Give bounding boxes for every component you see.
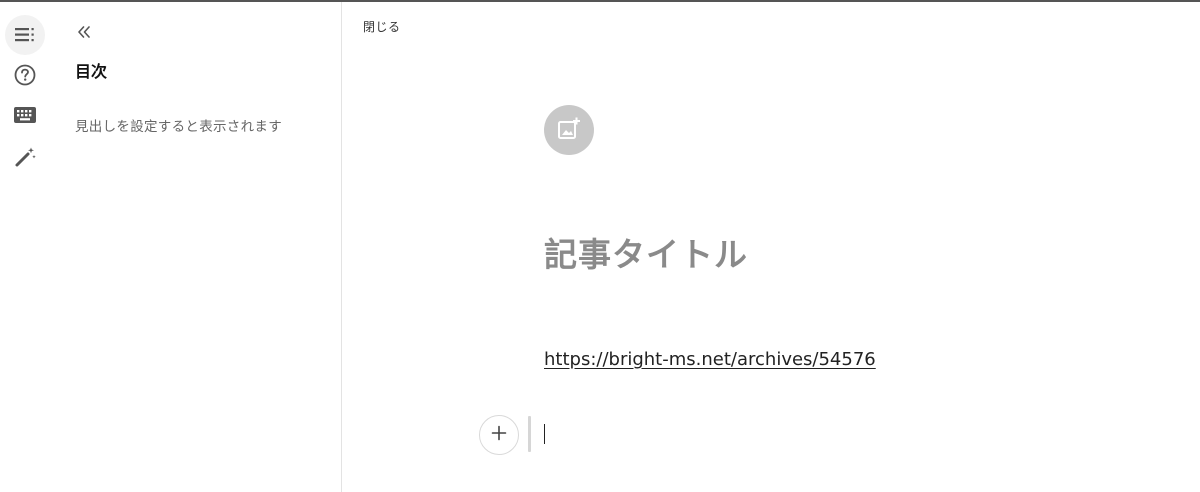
plus-icon — [491, 425, 507, 445]
table-of-contents-panel: 目次 見出しを設定すると表示されます — [52, 2, 342, 492]
article-title-input[interactable]: 記事タイトル — [544, 228, 748, 276]
help-icon — [14, 64, 36, 86]
toc-empty-message: 見出しを設定すると表示されます — [75, 119, 282, 135]
ai-assist-button[interactable] — [5, 137, 45, 177]
table-of-contents-icon — [15, 28, 35, 42]
text-caret — [544, 424, 545, 444]
add-block-button[interactable] — [479, 415, 519, 455]
add-eyecatch-image-button[interactable] — [544, 105, 594, 155]
collapse-panel-button[interactable] — [72, 22, 96, 42]
toc-title: 目次 — [75, 62, 108, 81]
close-button[interactable]: 閉じる — [363, 18, 401, 35]
magic-wand-icon — [14, 146, 36, 168]
sidebar-rail — [0, 2, 52, 492]
double-chevron-left-icon — [77, 23, 91, 42]
help-button[interactable] — [5, 55, 45, 95]
body-link[interactable]: https://bright-ms.net/archives/54576 — [544, 349, 876, 370]
add-image-icon — [557, 116, 581, 144]
active-block-indicator — [528, 416, 531, 452]
paragraph-block-input[interactable] — [546, 420, 946, 448]
table-of-contents-button[interactable] — [5, 15, 45, 55]
keyboard-icon — [14, 107, 36, 123]
keyboard-shortcuts-button[interactable] — [5, 95, 45, 135]
